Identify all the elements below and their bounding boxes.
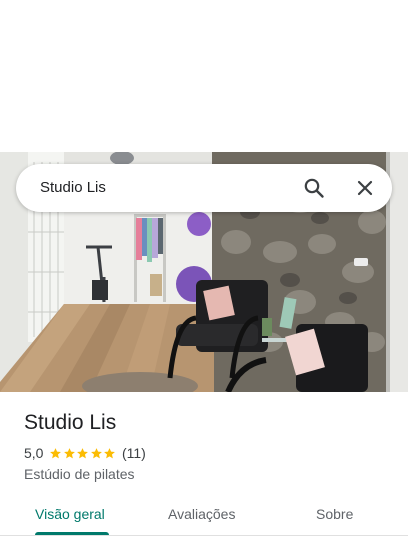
star-icon bbox=[50, 447, 62, 458]
star-icon bbox=[91, 447, 102, 458]
star-icon bbox=[77, 447, 89, 458]
tab-overview[interactable]: Visão geral bbox=[35, 505, 105, 523]
review-count[interactable]: (11) bbox=[122, 445, 146, 461]
star-rating bbox=[49, 447, 117, 460]
place-title: Studio Lis bbox=[24, 411, 117, 434]
rating-value: 5,0 bbox=[24, 445, 44, 461]
search-bar[interactable]: Studio Lis bbox=[16, 164, 392, 212]
star-icon bbox=[104, 447, 116, 458]
place-category: Estúdio de pilates bbox=[24, 466, 135, 482]
search-input[interactable]: Studio Lis bbox=[40, 178, 106, 198]
search-icon[interactable] bbox=[302, 176, 326, 200]
close-icon[interactable] bbox=[353, 176, 377, 200]
star-icon bbox=[64, 447, 75, 458]
divider bbox=[0, 535, 408, 536]
tab-reviews[interactable]: Avaliações bbox=[168, 505, 235, 523]
rating-row[interactable]: 5,0 (11) bbox=[24, 444, 146, 462]
tab-about[interactable]: Sobre bbox=[316, 505, 353, 523]
